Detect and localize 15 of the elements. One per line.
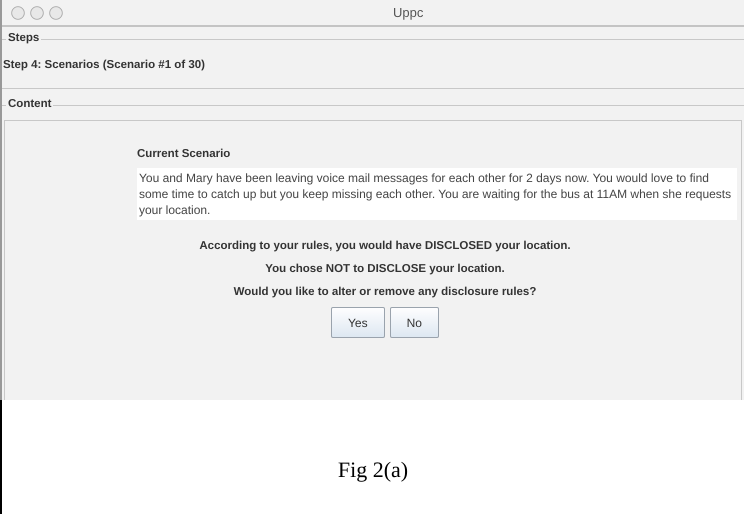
window-button[interactable] [30, 6, 44, 20]
message-text: You chose NOT to DISCLOSE your location. [265, 263, 505, 275]
section-heading: Current Scenario [137, 148, 230, 160]
window-title: Uppc [393, 5, 424, 20]
scenario-text: You and Mary have been leaving voice mail messages for each other for 2 days now. You would love to find some time to catch up but you keep missing each other. You are waiting for the bus at 11AM when she requests your location. [137, 168, 737, 220]
answer-button[interactable]: No [390, 307, 439, 338]
answer-button[interactable]: Yes [331, 307, 385, 338]
figure-caption: Fig 2(a) [338, 457, 408, 482]
message-text: Would you like to alter or remove any disclosure rules? [234, 286, 536, 298]
group-legend: Steps [6, 32, 42, 44]
group-legend: Content [6, 98, 54, 110]
window-button[interactable] [11, 6, 25, 20]
window-button[interactable] [49, 6, 63, 20]
message-text: According to your rules, you would have DISCLOSED your location. [199, 240, 571, 252]
step-label: Step 4: Scenarios (Scenario #1 of 30) [2, 59, 205, 71]
